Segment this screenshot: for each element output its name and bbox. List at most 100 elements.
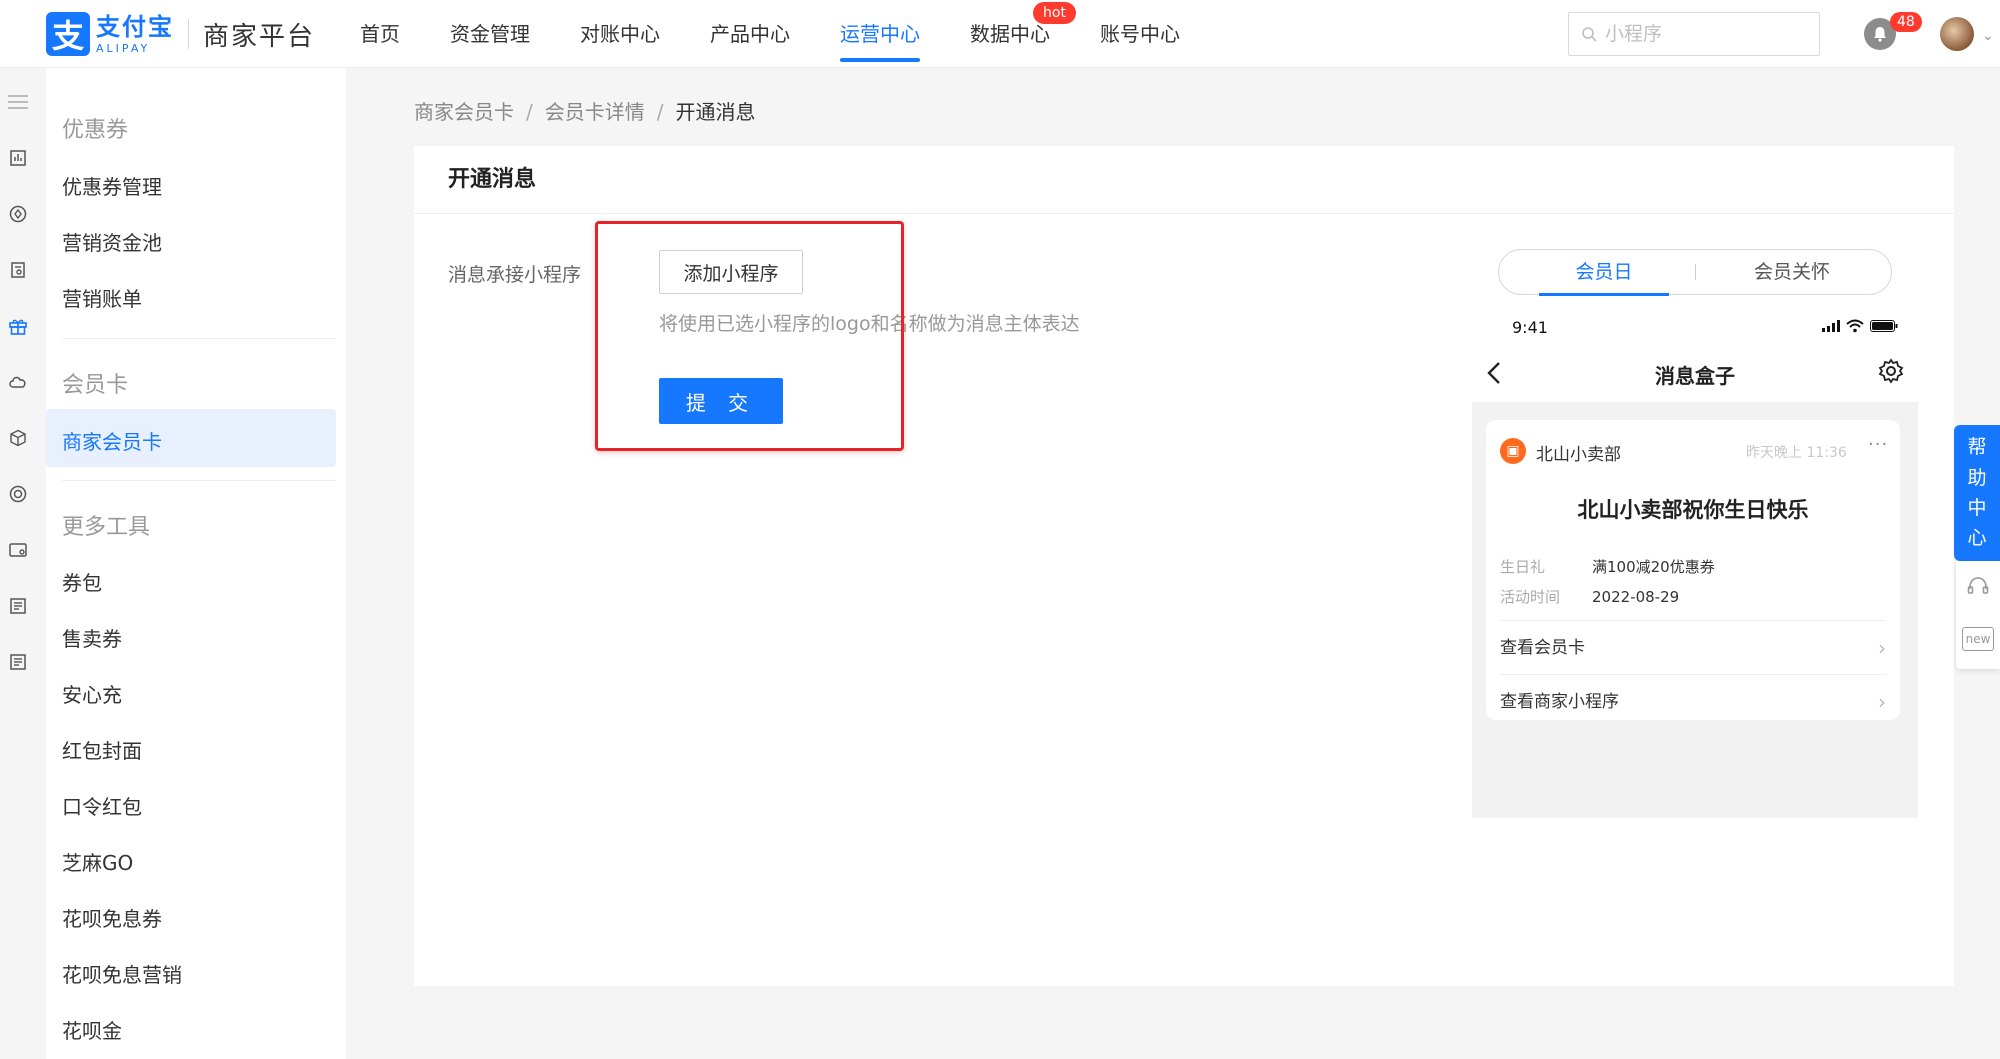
gear-icon[interactable] [1878, 358, 1904, 384]
sidebar-item-coupon-manage[interactable]: 优惠券管理 [62, 171, 162, 200]
sidebar-group-member-card: 会员卡 [62, 373, 129, 398]
sidebar-divider [62, 480, 336, 481]
target-icon[interactable] [0, 476, 36, 512]
field-time-key: 活动时间 [1500, 588, 1561, 606]
tab-member-care[interactable]: 会员关怀 [1717, 250, 1867, 296]
chart-icon[interactable] [0, 140, 36, 176]
nav-operations[interactable]: 运营中心 [840, 0, 920, 68]
tab-separator [1695, 264, 1696, 280]
phone-page-title: 消息盒子 [1655, 364, 1735, 388]
page-title: 开通消息 [414, 146, 1954, 214]
breadcrumb: 商家会员卡 / 会员卡详情 / 开通消息 [414, 100, 756, 124]
icon-rail [0, 68, 46, 1059]
phone-preview: 9:41 消息盒子 ▣ 北山小卖部 昨天晚上 11:36 ··· 北山小卖部祝你… [1472, 306, 1918, 818]
battery-icon [1870, 320, 1898, 332]
field-time-value: 2022-08-29 [1592, 588, 1680, 606]
search-box[interactable] [1568, 12, 1820, 56]
sidebar-item-marketing-bill[interactable]: 营销账单 [62, 283, 142, 312]
help-char: 心 [1967, 527, 1987, 550]
breadcrumb-card-detail[interactable]: 会员卡详情 [545, 100, 645, 124]
compass-icon[interactable] [0, 196, 36, 232]
tab-member-day[interactable]: 会员日 [1529, 250, 1679, 296]
gift-icon[interactable] [0, 308, 36, 344]
document-icon[interactable] [0, 252, 36, 288]
chevron-down-icon[interactable]: ⌄ [1982, 28, 1994, 44]
sidebar-item-huabei-gold[interactable]: 花呗金 [62, 1015, 122, 1044]
cube-icon[interactable] [0, 420, 36, 456]
more-icon[interactable]: ··· [1868, 434, 1888, 455]
link-view-member-card[interactable]: 查看会员卡 › [1500, 620, 1886, 674]
nav-data: 数据中心 [970, 22, 1050, 46]
logo-cn: 支付宝 [96, 12, 174, 41]
shop-name: 北山小卖部 [1536, 445, 1621, 465]
sidebar-item-safe-recharge[interactable]: 安心充 [62, 679, 122, 708]
annotation-highlight-box [595, 221, 904, 451]
nav-products[interactable]: 产品中心 [710, 0, 790, 68]
nav-funds[interactable]: 资金管理 [450, 0, 530, 68]
alipay-logo[interactable]: 支 支付宝 ALIPAY 商家平台 [46, 12, 315, 56]
help-tools: new [1956, 561, 2000, 669]
sidebar-item-huabei-free-coupon[interactable]: 花呗免息券 [62, 903, 162, 932]
form-label-mini-program: 消息承接小程序 [448, 264, 582, 286]
field-gift: 生日礼 满100减20优惠券 [1500, 556, 1715, 577]
link-view-member-card-label: 查看会员卡 [1500, 638, 1585, 658]
help-char: 帮 [1967, 436, 1987, 459]
help-char: 助 [1967, 466, 1987, 489]
hot-badge: hot [1033, 2, 1076, 24]
sidebar-group-more-tools: 更多工具 [62, 515, 151, 540]
wifi-icon [1846, 319, 1864, 333]
field-gift-key: 生日礼 [1500, 558, 1546, 576]
wallet-icon[interactable] [0, 532, 36, 568]
breadcrumb-current: 开通消息 [675, 100, 756, 124]
sidebar-item-password-red-packet[interactable]: 口令红包 [62, 791, 142, 820]
help-center-button[interactable]: 帮 助 中 心 [1954, 425, 2000, 561]
phone-time: 9:41 [1512, 318, 1548, 337]
sidebar-item-red-packet-cover[interactable]: 红包封面 [62, 735, 142, 764]
chevron-right-icon: › [1878, 690, 1886, 714]
nav-data-wrap[interactable]: 数据中心 hot [970, 0, 1076, 68]
cloud-icon[interactable] [0, 364, 36, 400]
signal-icon [1822, 320, 1840, 332]
field-activity-time: 活动时间 2022-08-29 [1500, 586, 1679, 607]
main-nav: 首页 资金管理 对账中心 产品中心 运营中心 数据中心 hot 账号中心 [360, 0, 1230, 68]
shop-logo-icon: ▣ [1500, 438, 1526, 464]
link-view-mini-program-label: 查看商家小程序 [1500, 692, 1619, 712]
main-card: 开通消息 消息承接小程序 添加小程序 将使用已选小程序的logo和名称做为消息主… [414, 146, 1954, 986]
message-time: 昨天晚上 11:36 [1746, 445, 1847, 461]
alipay-logo-icon: 支 [46, 12, 90, 56]
logo-en: ALIPAY [96, 41, 151, 55]
avatar[interactable] [1940, 17, 1974, 51]
sidebar-group-coupons: 优惠券 [62, 118, 129, 143]
list-icon[interactable] [0, 588, 36, 624]
sidebar-divider [62, 338, 336, 339]
message-card[interactable]: ▣ 北山小卖部 昨天晚上 11:36 ··· 北山小卖部祝你生日快乐 生日礼 满1… [1486, 420, 1900, 720]
notification-count: 48 [1890, 12, 1922, 32]
sidebar: 优惠券 优惠券管理 营销资金池 营销账单 会员卡 商家会员卡 更多工具 券包 售… [46, 68, 346, 1059]
nav-reconciliation[interactable]: 对账中心 [580, 0, 660, 68]
phone-status-bar: 9:41 [1472, 306, 1918, 346]
headset-icon[interactable] [1966, 575, 1990, 599]
sidebar-item-sale-coupon[interactable]: 售卖券 [62, 623, 122, 652]
sidebar-item-coupon-pack[interactable]: 券包 [62, 567, 102, 596]
link-view-mini-program[interactable]: 查看商家小程序 › [1500, 674, 1886, 728]
sidebar-item-marketing-pool[interactable]: 营销资金池 [62, 227, 162, 256]
chevron-right-icon: › [1878, 636, 1886, 660]
breadcrumb-member-card[interactable]: 商家会员卡 [414, 100, 514, 124]
notes-icon[interactable] [0, 644, 36, 680]
top-bar: 支 支付宝 ALIPAY 商家平台 首页 资金管理 对账中心 产品中心 运营中心… [0, 0, 2000, 68]
preview-tabs: 会员日 会员关怀 [1498, 249, 1892, 296]
phone-nav-bar: 消息盒子 [1472, 346, 1918, 402]
nav-home[interactable]: 首页 [360, 0, 400, 68]
sidebar-item-zhima-go[interactable]: 芝麻GO [62, 847, 133, 876]
platform-title: 商家平台 [203, 21, 316, 52]
sidebar-item-merchant-member-card[interactable]: 商家会员卡 [62, 426, 162, 455]
new-feature-icon[interactable]: new [1962, 627, 1994, 651]
search-icon [1582, 27, 1597, 42]
field-gift-value: 满100减20优惠券 [1592, 558, 1715, 576]
message-title: 北山小卖部祝你生日快乐 [1577, 498, 1809, 522]
sidebar-item-huabei-free-marketing[interactable]: 花呗免息营销 [62, 959, 182, 988]
menu-icon[interactable] [0, 84, 36, 120]
nav-account[interactable]: 账号中心 [1100, 0, 1180, 68]
logo-divider [188, 19, 189, 49]
search-input[interactable] [1605, 23, 1805, 45]
